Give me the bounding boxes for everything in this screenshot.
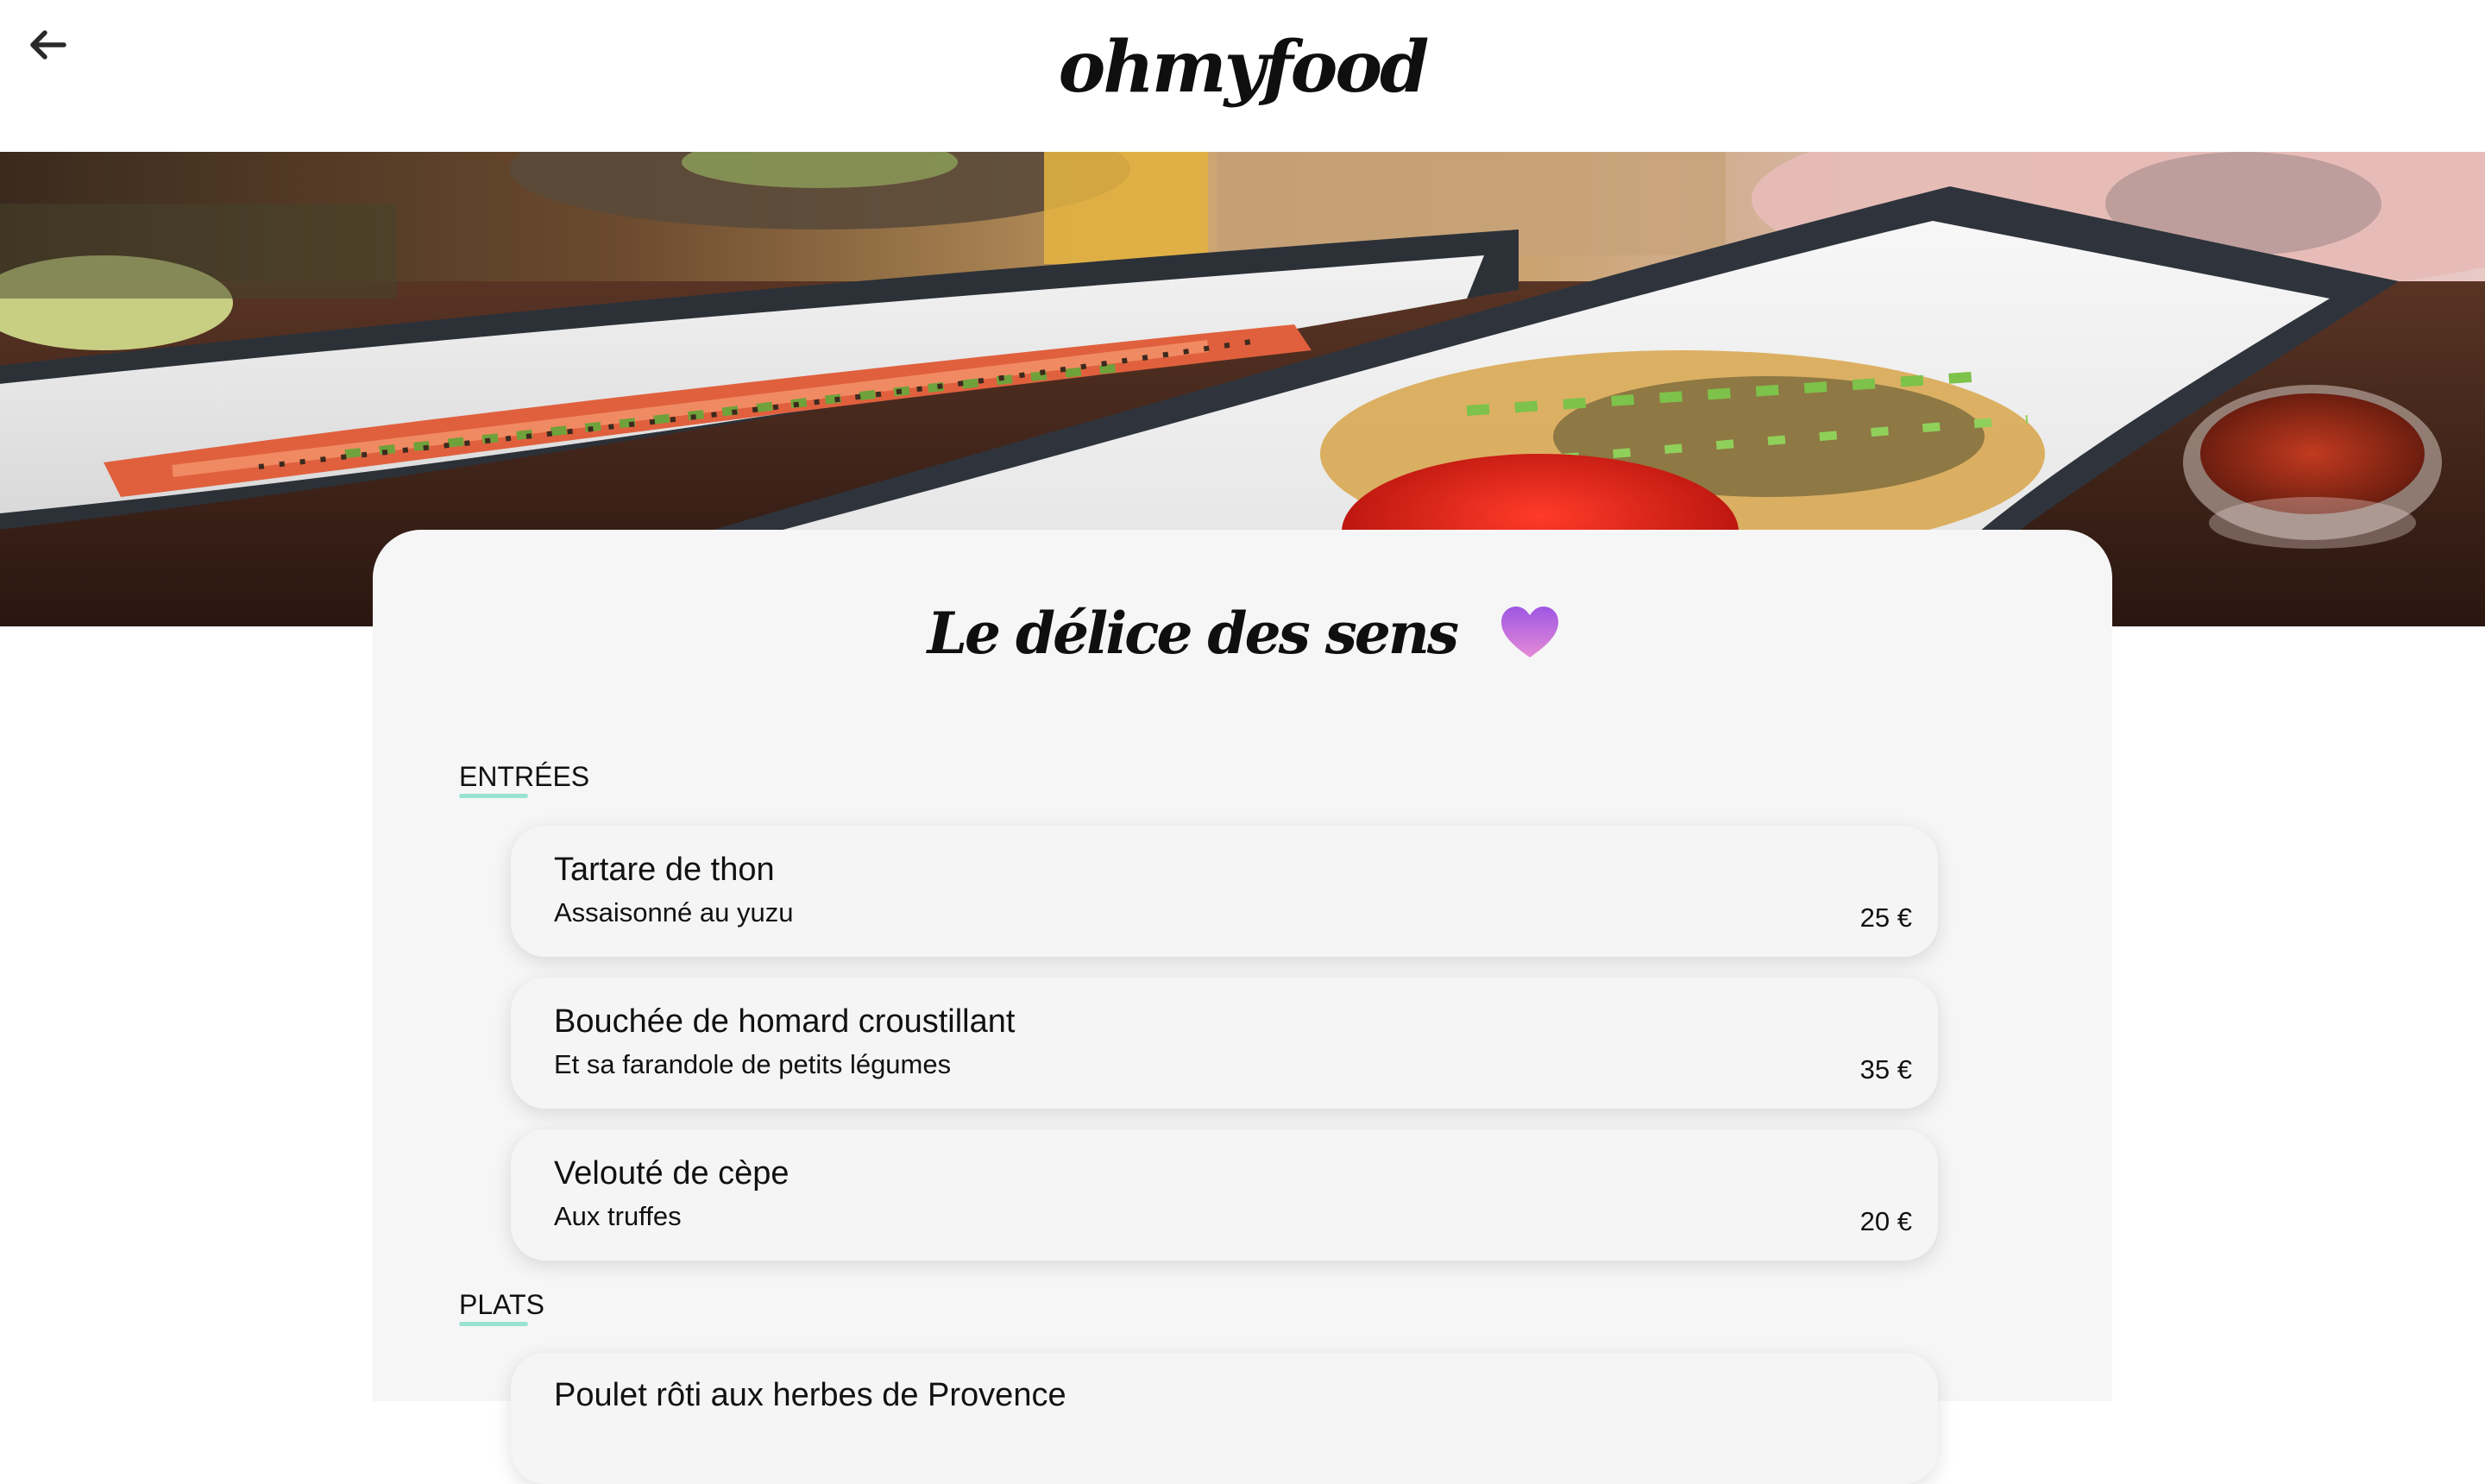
logo[interactable]: ohmyfood bbox=[0, 26, 2485, 109]
dish-card[interactable]: Poulet rôti aux herbes de Provence bbox=[511, 1353, 1938, 1484]
dish-card[interactable]: Velouté de cèpe Aux truffes 20 € bbox=[511, 1129, 1938, 1261]
dish-card[interactable]: Bouchée de homard croustillant Et sa far… bbox=[511, 978, 1938, 1109]
dish-card[interactable]: Tartare de thon Assaisonné au yuzu 25 € bbox=[511, 826, 1938, 957]
dish-description: Assaisonné au yuzu bbox=[554, 897, 794, 928]
dish-name: Velouté de cèpe bbox=[554, 1155, 790, 1192]
dish-name: Bouchée de homard croustillant bbox=[554, 1003, 1016, 1040]
section-title-entrees: ENTRÉES bbox=[459, 761, 590, 792]
favorite-button[interactable] bbox=[1500, 606, 1560, 661]
restaurant-name: Le délice des sens bbox=[927, 600, 1459, 667]
section-title-plats: PLATS bbox=[459, 1289, 544, 1320]
heart-icon bbox=[1501, 607, 1558, 657]
dish-description: Aux truffes bbox=[554, 1201, 682, 1231]
dish-description: Et sa farandole de petits légumes bbox=[554, 1049, 952, 1079]
dish-name: Tartare de thon bbox=[554, 852, 775, 888]
section-underline bbox=[459, 794, 528, 798]
dish-price: 20 € bbox=[1859, 1206, 1912, 1236]
section-underline bbox=[459, 1322, 528, 1326]
restaurant-title-row: Le délice des sens bbox=[373, 582, 2112, 685]
dish-price: 35 € bbox=[1859, 1054, 1912, 1085]
menu-card: Le délice des sens ENTRÉES Tartare de th… bbox=[373, 530, 2112, 1484]
header: ohmyfood bbox=[0, 0, 2485, 152]
dish-name: Poulet rôti aux herbes de Provence bbox=[554, 1377, 1066, 1413]
dish-price: 25 € bbox=[1859, 902, 1912, 933]
